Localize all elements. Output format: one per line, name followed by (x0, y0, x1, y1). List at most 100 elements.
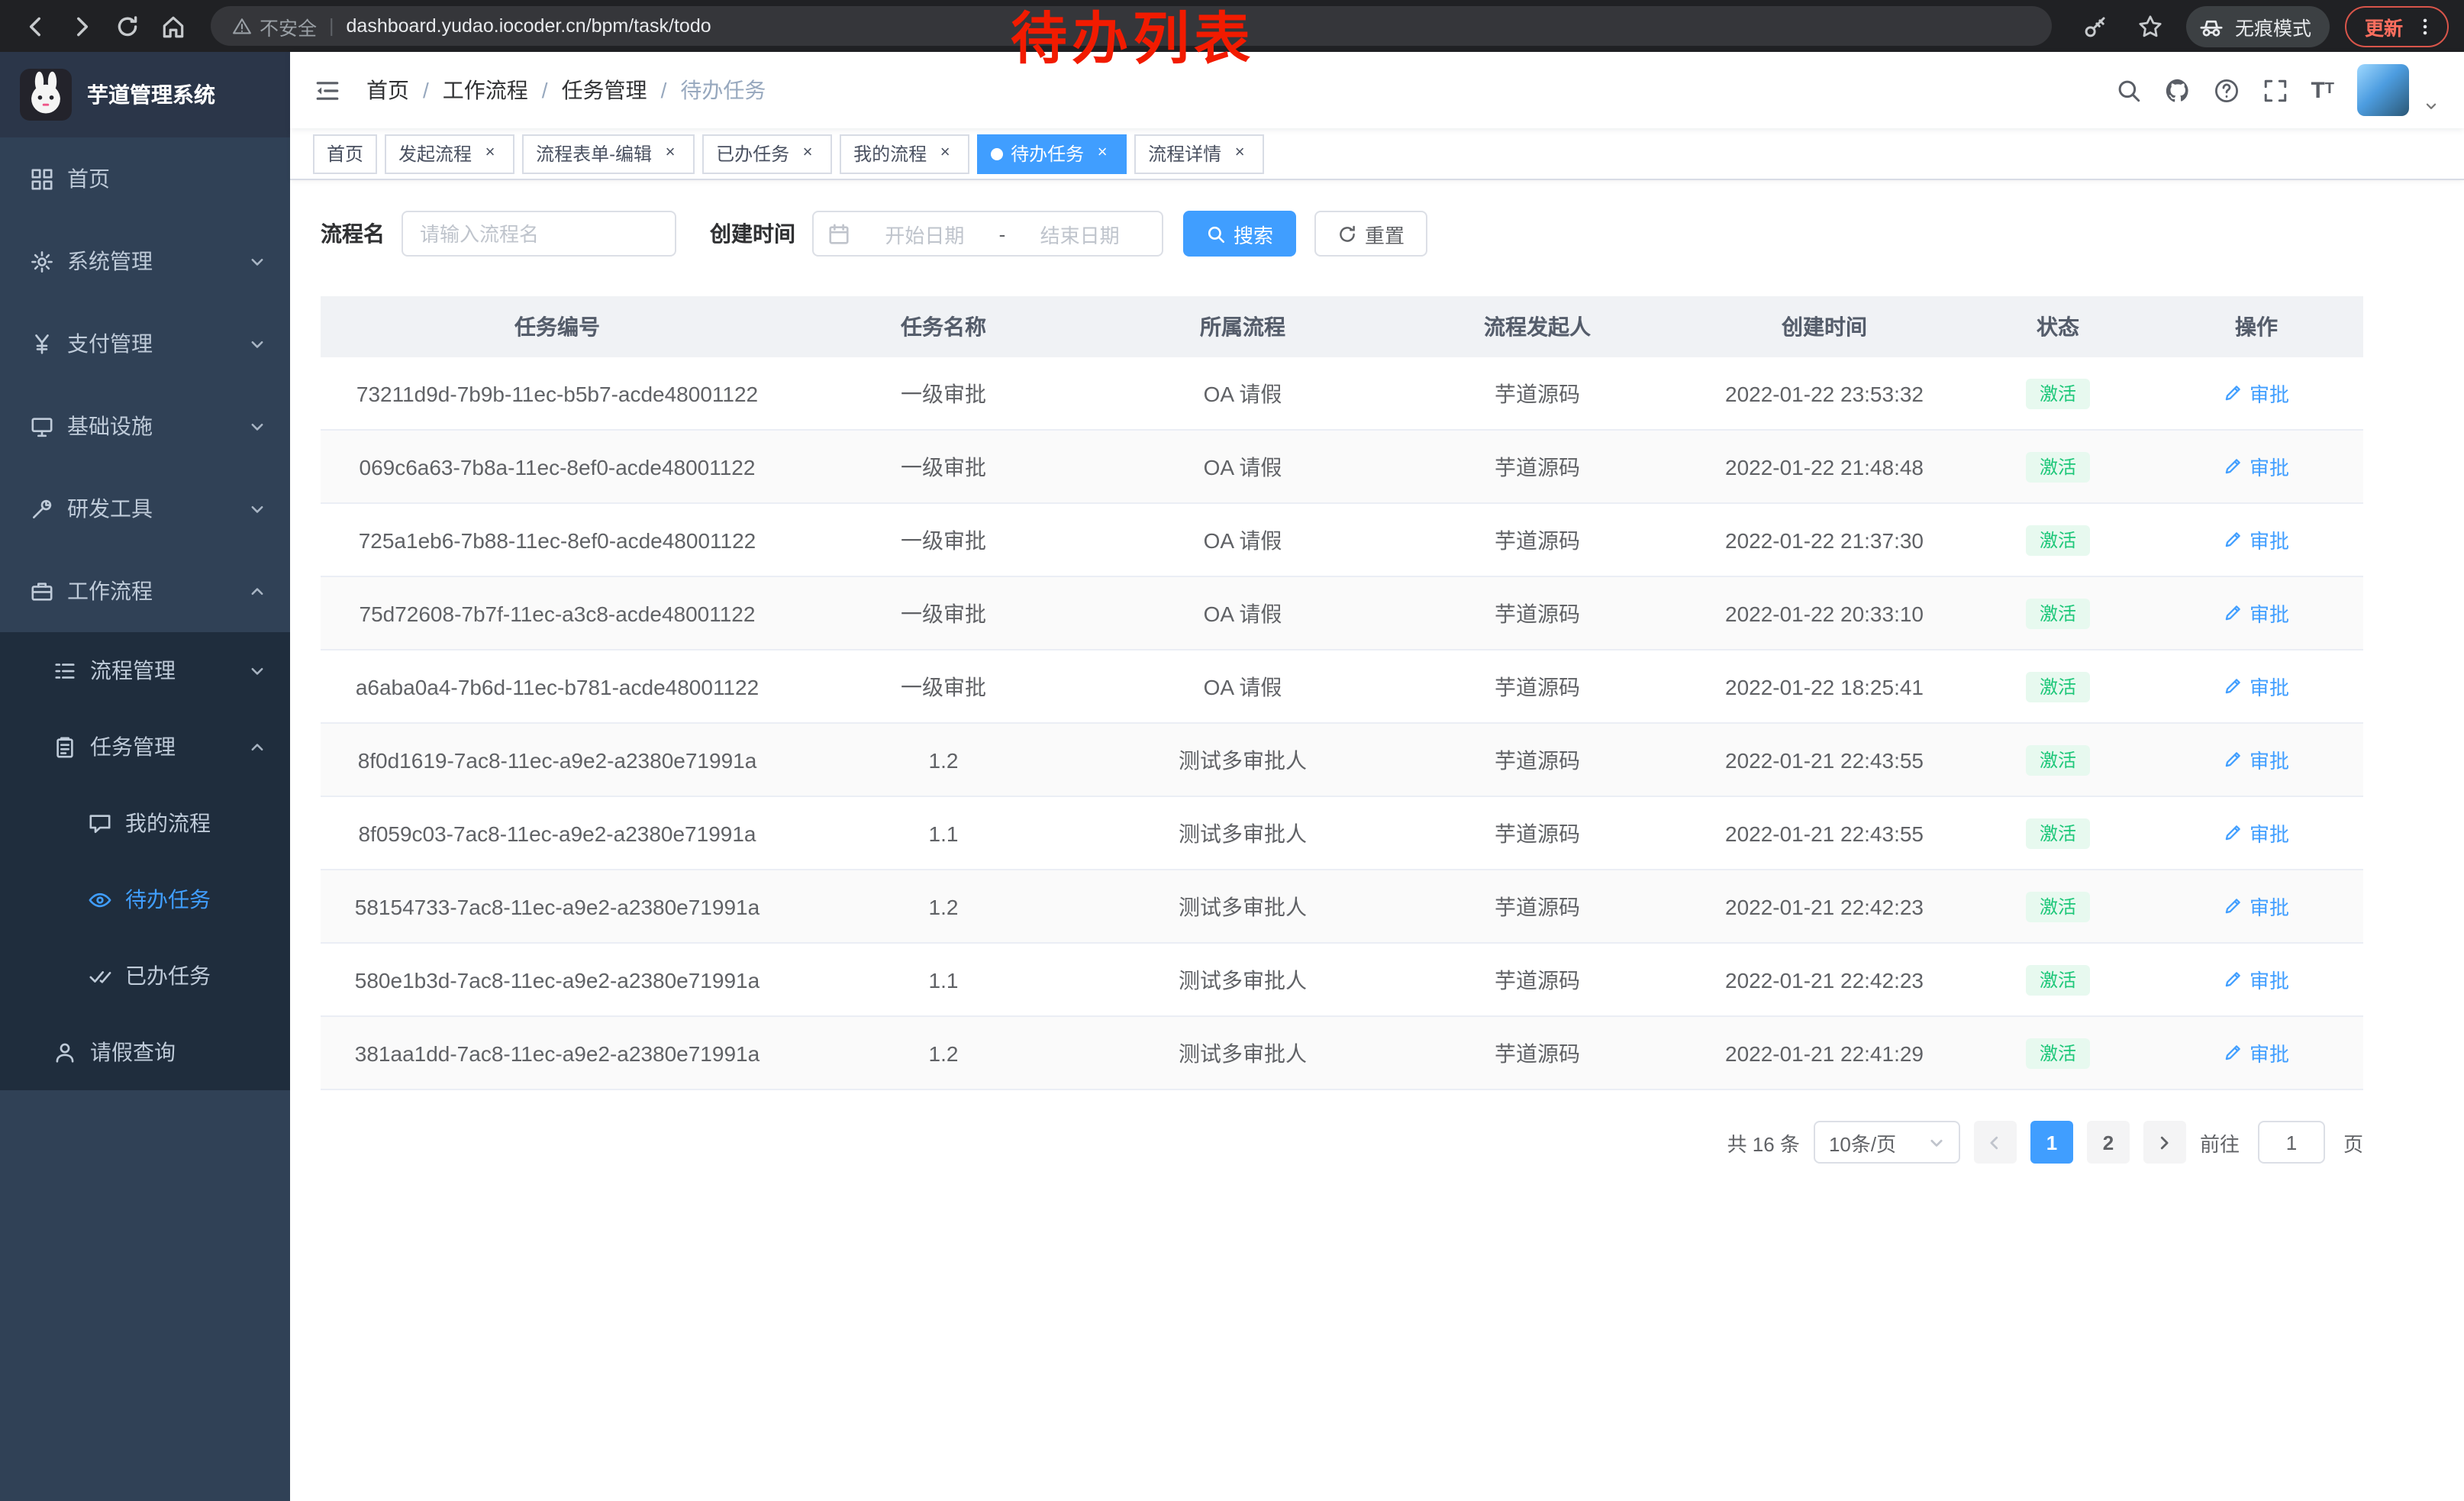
approve-link[interactable]: 审批 (2224, 818, 2289, 847)
tab-my-process[interactable]: 我的流程 × (840, 134, 969, 173)
tab-close-icon[interactable]: × (1092, 143, 1113, 164)
tags-view-bar: 首页 发起流程 × 流程表单-编辑 × 已办任务 × 我的流程 × (290, 128, 2464, 180)
cell-task-name: 1.1 (794, 821, 1093, 845)
approve-label: 审批 (2250, 892, 2289, 921)
goto-page-input[interactable] (2258, 1121, 2325, 1164)
font-size-button[interactable]: TT (2311, 79, 2334, 102)
sidebar-item-dev-tools[interactable]: 研发工具 (0, 467, 290, 550)
tab-label: 首页 (327, 140, 363, 166)
sidebar-item-infrastructure[interactable]: 基础设施 (0, 385, 290, 467)
browser-forward-button[interactable] (61, 6, 101, 46)
breadcrumb-home[interactable]: 首页 (366, 75, 409, 105)
table-row: 75d72608-7b7f-11ec-a3c8-acde48001122 一级审… (321, 577, 2363, 650)
cell-process-name: OA 请假 (1093, 598, 1392, 628)
process-name-input[interactable] (402, 211, 676, 257)
prev-page-button[interactable] (1974, 1121, 2017, 1164)
user-avatar[interactable] (2357, 64, 2409, 116)
tab-label: 已办任务 (716, 140, 789, 166)
edit-pencil-icon (2224, 603, 2243, 623)
approve-link[interactable]: 审批 (2224, 892, 2289, 921)
help-docs-button[interactable] (2213, 77, 2239, 103)
breadcrumb: 首页 / 工作流程 / 任务管理 / 待办任务 (366, 75, 766, 105)
sidebar-item-done-tasks[interactable]: 已办任务 (0, 938, 290, 1014)
github-link-button[interactable] (2164, 77, 2190, 103)
breadcrumb-task-mgmt[interactable]: 任务管理 (562, 75, 647, 105)
approve-link[interactable]: 审批 (2224, 452, 2289, 481)
sidebar-menu: 首页 系统管理 支付管理 基础设施 (0, 137, 290, 1090)
hamburger-fold-icon (314, 77, 340, 103)
cell-status: 激活 (1966, 671, 2150, 702)
start-date-placeholder[interactable]: 开始日期 (856, 219, 993, 248)
app-logo[interactable]: 芋道管理系统 (0, 52, 290, 137)
sidebar-item-home[interactable]: 首页 (0, 137, 290, 220)
approve-link[interactable]: 审批 (2224, 379, 2289, 408)
tab-close-icon[interactable]: × (1229, 143, 1250, 164)
page-button-1[interactable]: 1 (2030, 1121, 2073, 1164)
tab-start-process[interactable]: 发起流程 × (385, 134, 514, 173)
breadcrumb-workflow[interactable]: 工作流程 (443, 75, 528, 105)
browser-reload-button[interactable] (107, 6, 147, 46)
cell-status: 激活 (1966, 378, 2150, 408)
end-date-placeholder[interactable]: 结束日期 (1011, 219, 1148, 248)
approve-link[interactable]: 审批 (2224, 965, 2289, 994)
approve-link[interactable]: 审批 (2224, 599, 2289, 628)
search-button[interactable]: 搜索 (1183, 211, 1296, 257)
tab-close-icon[interactable]: × (660, 143, 681, 164)
cell-create-time: 2022-01-22 23:53:32 (1682, 381, 1966, 405)
cell-process-starter: 芋道源码 (1392, 598, 1682, 628)
header-search-button[interactable] (2115, 77, 2141, 103)
eye-icon (89, 888, 111, 911)
menu-label: 支付管理 (67, 328, 153, 359)
active-tab-dot (991, 147, 1003, 160)
page-size-select[interactable]: 10条/页 (1814, 1121, 1960, 1164)
browser-back-button[interactable] (15, 6, 55, 46)
navbar-actions: TT (2115, 64, 2440, 116)
sidebar-item-todo-tasks[interactable]: 待办任务 (0, 861, 290, 938)
table-row: 069c6a63-7b8a-11ec-8ef0-acde48001122 一级审… (321, 431, 2363, 504)
approve-link[interactable]: 审批 (2224, 525, 2289, 554)
approve-link[interactable]: 审批 (2224, 745, 2289, 774)
star-icon (2138, 13, 2164, 39)
tab-done-tasks[interactable]: 已办任务 × (702, 134, 832, 173)
browser-actions: 无痕模式 更新 (2076, 5, 2449, 47)
browser-home-button[interactable] (153, 6, 192, 46)
tab-process-detail[interactable]: 流程详情 × (1134, 134, 1264, 173)
home-icon (160, 13, 185, 39)
table-row: 73211d9d-7b9b-11ec-b5b7-acde48001122 一级审… (321, 357, 2363, 431)
sidebar-item-workflow[interactable]: 工作流程 (0, 550, 290, 632)
table-row: 381aa1dd-7ac8-11ec-a9e2-a2380e71991a 1.2… (321, 1017, 2363, 1090)
tab-home[interactable]: 首页 (313, 134, 377, 173)
cell-process-name: OA 请假 (1093, 378, 1392, 408)
cell-status: 激活 (1966, 598, 2150, 628)
tab-close-icon[interactable]: × (797, 143, 818, 164)
password-key-button[interactable] (2076, 6, 2116, 46)
reset-button[interactable]: 重置 (1314, 211, 1427, 257)
next-page-button[interactable] (2143, 1121, 2186, 1164)
caret-down-icon[interactable] (2423, 99, 2440, 116)
sidebar-item-process-mgmt[interactable]: 流程管理 (0, 632, 290, 709)
gear-icon (31, 250, 53, 273)
date-range-picker[interactable]: 开始日期 - 结束日期 (812, 211, 1163, 257)
fullscreen-button[interactable] (2262, 77, 2288, 103)
sidebar-item-system-mgmt[interactable]: 系统管理 (0, 220, 290, 302)
tab-process-form-edit[interactable]: 流程表单-编辑 × (522, 134, 695, 173)
chevron-down-icon (249, 253, 266, 270)
browser-update-button[interactable]: 更新 (2345, 5, 2449, 47)
menu-label: 已办任务 (125, 960, 211, 991)
approve-link[interactable]: 审批 (2224, 1038, 2289, 1067)
sidebar-toggle-button[interactable] (314, 77, 340, 103)
menu-label: 基础设施 (67, 411, 153, 441)
page-button-2[interactable]: 2 (2087, 1121, 2130, 1164)
sidebar-item-task-mgmt[interactable]: 任务管理 (0, 709, 290, 785)
goto-label: 前往 (2200, 1128, 2240, 1157)
tab-close-icon[interactable]: × (479, 143, 501, 164)
sidebar-item-my-process[interactable]: 我的流程 (0, 785, 290, 861)
bookmark-button[interactable] (2131, 6, 2171, 46)
sidebar-item-leave-query[interactable]: 请假查询 (0, 1014, 290, 1090)
approve-label: 审批 (2250, 599, 2289, 628)
approve-link[interactable]: 审批 (2224, 672, 2289, 701)
tab-todo-tasks[interactable]: 待办任务 × (977, 134, 1127, 173)
sidebar-item-payment-mgmt[interactable]: 支付管理 (0, 302, 290, 385)
tab-close-icon[interactable]: × (934, 143, 956, 164)
cell-process-starter: 芋道源码 (1392, 964, 1682, 995)
